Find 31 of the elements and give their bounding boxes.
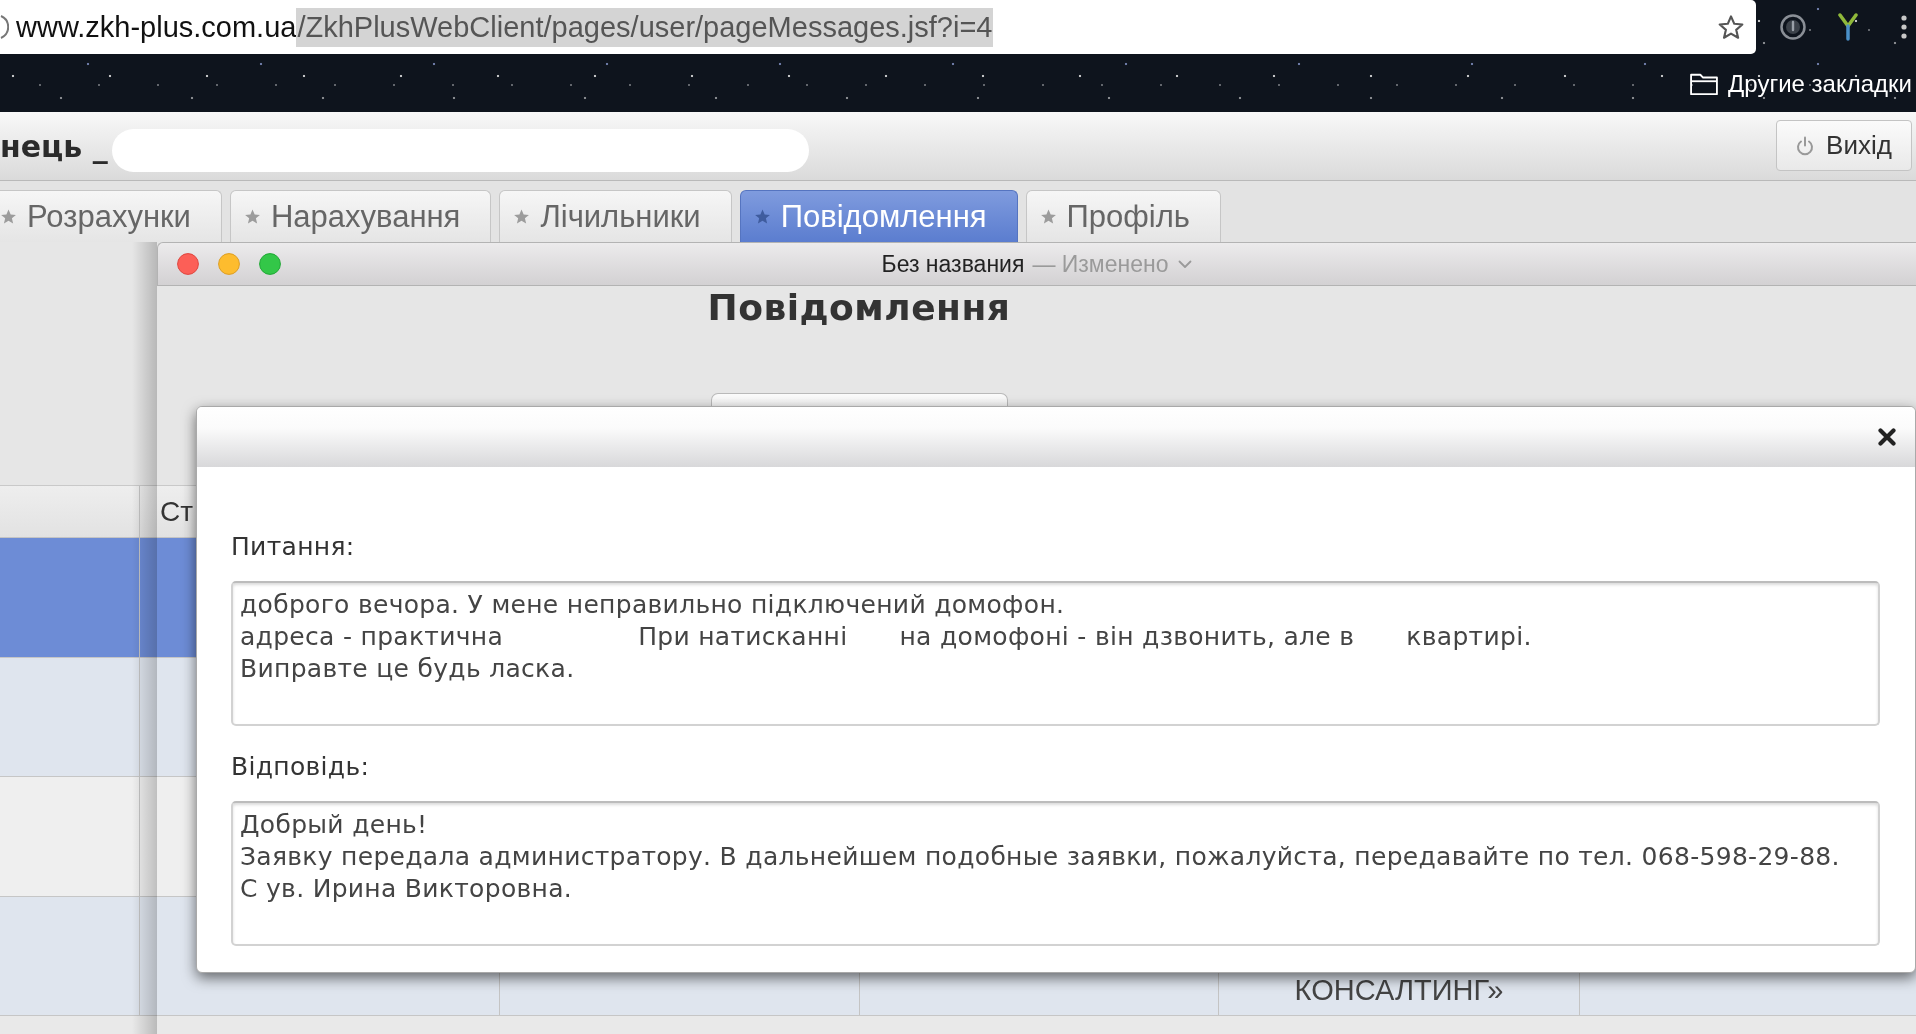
tab[interactable]: Нарахування <box>229 190 492 242</box>
power-icon <box>1796 135 1815 156</box>
close-window-icon[interactable] <box>177 253 199 275</box>
user-name: нець _ <box>0 128 108 164</box>
field-label: Питання: <box>231 532 356 562</box>
tab[interactable]: Профіль <box>1025 190 1221 242</box>
window-title: Без названия <box>881 250 1025 278</box>
tab[interactable]: Лічильники <box>499 190 732 242</box>
tab[interactable]: Розрахунки <box>0 190 222 242</box>
folder-icon <box>1689 71 1720 96</box>
fork-icon[interactable] <box>1836 13 1860 41</box>
answer-field[interactable]: Добрый день! Заявку передала администратору. В дальнейшем подобные заявки, пожалуйста, передавайте по тел. 068-598-29-88. С ув. Ирина Викторовна. <box>231 801 1880 946</box>
star-icon <box>513 208 531 225</box>
star-icon[interactable] <box>1718 15 1744 39</box>
page-title: Повідомлення <box>707 286 1011 330</box>
column-header: Ст <box>160 495 194 528</box>
logout-button[interactable]: Вихід <box>1776 120 1912 171</box>
url-path: /ZkhPlusWebClient/pages/user/pageMessages.jsf?i=4 <box>296 7 994 47</box>
star-icon <box>1039 208 1057 225</box>
address-bar[interactable]: www.zkh-plus.com.ua/ZkhPlusWebClient/pages/user/pageMessages.jsf?i=4 <box>0 0 1756 54</box>
ring-icon[interactable] <box>1780 14 1806 40</box>
star-icon <box>0 208 17 225</box>
window-status: — Изменено <box>1032 250 1169 278</box>
question-field[interactable]: доброго вечора. У мене неправильно підключений домофон. адреса - практична При натисканні на домофоні - він дзвонить, але в квартирі. Виправте це будь ласка. <box>231 581 1880 726</box>
star-icon <box>243 208 261 225</box>
star-icon <box>753 208 771 225</box>
bookmark-folder[interactable]: Другие закладки <box>1689 69 1912 98</box>
menu-icon[interactable] <box>1900 14 1908 40</box>
close-icon[interactable] <box>1878 428 1896 446</box>
table-cell: КОНСАЛТИНГ» <box>1294 973 1504 1007</box>
field-label: Відповідь: <box>231 752 371 782</box>
